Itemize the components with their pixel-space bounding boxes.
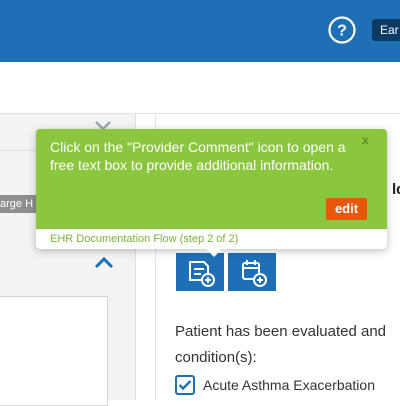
sub-header bbox=[0, 62, 400, 114]
tooltip-step-indicator: EHR Documentation Flow (step 2 of 2) bbox=[36, 229, 387, 249]
add-schedule-button[interactable] bbox=[227, 252, 277, 292]
condition-label: Acute Asthma Exacerbation bbox=[203, 377, 375, 393]
condition-checkbox[interactable] bbox=[175, 375, 195, 395]
tooltip-message: Click on the "Provider Comment" icon to … bbox=[50, 139, 346, 173]
condition-row[interactable]: Acute Asthma Exacerbation bbox=[175, 374, 375, 396]
calendar-add-icon bbox=[242, 260, 267, 287]
walkthrough-tooltip: Click on the "Provider Comment" icon to … bbox=[36, 129, 387, 249]
checkmark-icon bbox=[178, 380, 192, 391]
tooltip-pointer bbox=[206, 249, 222, 257]
help-icon[interactable]: ? bbox=[328, 16, 356, 44]
evaluation-statement: Patient has been evaluated and condition… bbox=[175, 323, 387, 366]
tooltip-edit-button[interactable]: edit bbox=[326, 198, 367, 220]
left-content-card bbox=[0, 296, 108, 406]
provider-comment-button[interactable] bbox=[175, 252, 225, 292]
panel-heading: ld bbox=[392, 181, 400, 198]
chevron-up-icon[interactable] bbox=[92, 254, 116, 272]
svg-text:?: ? bbox=[337, 23, 347, 40]
tooltip-close-button[interactable]: x bbox=[362, 133, 369, 147]
top-navigation-bar: ? Ear bbox=[0, 0, 400, 62]
provider-comment-icon bbox=[189, 261, 215, 287]
user-menu-button[interactable]: Ear bbox=[372, 19, 400, 41]
